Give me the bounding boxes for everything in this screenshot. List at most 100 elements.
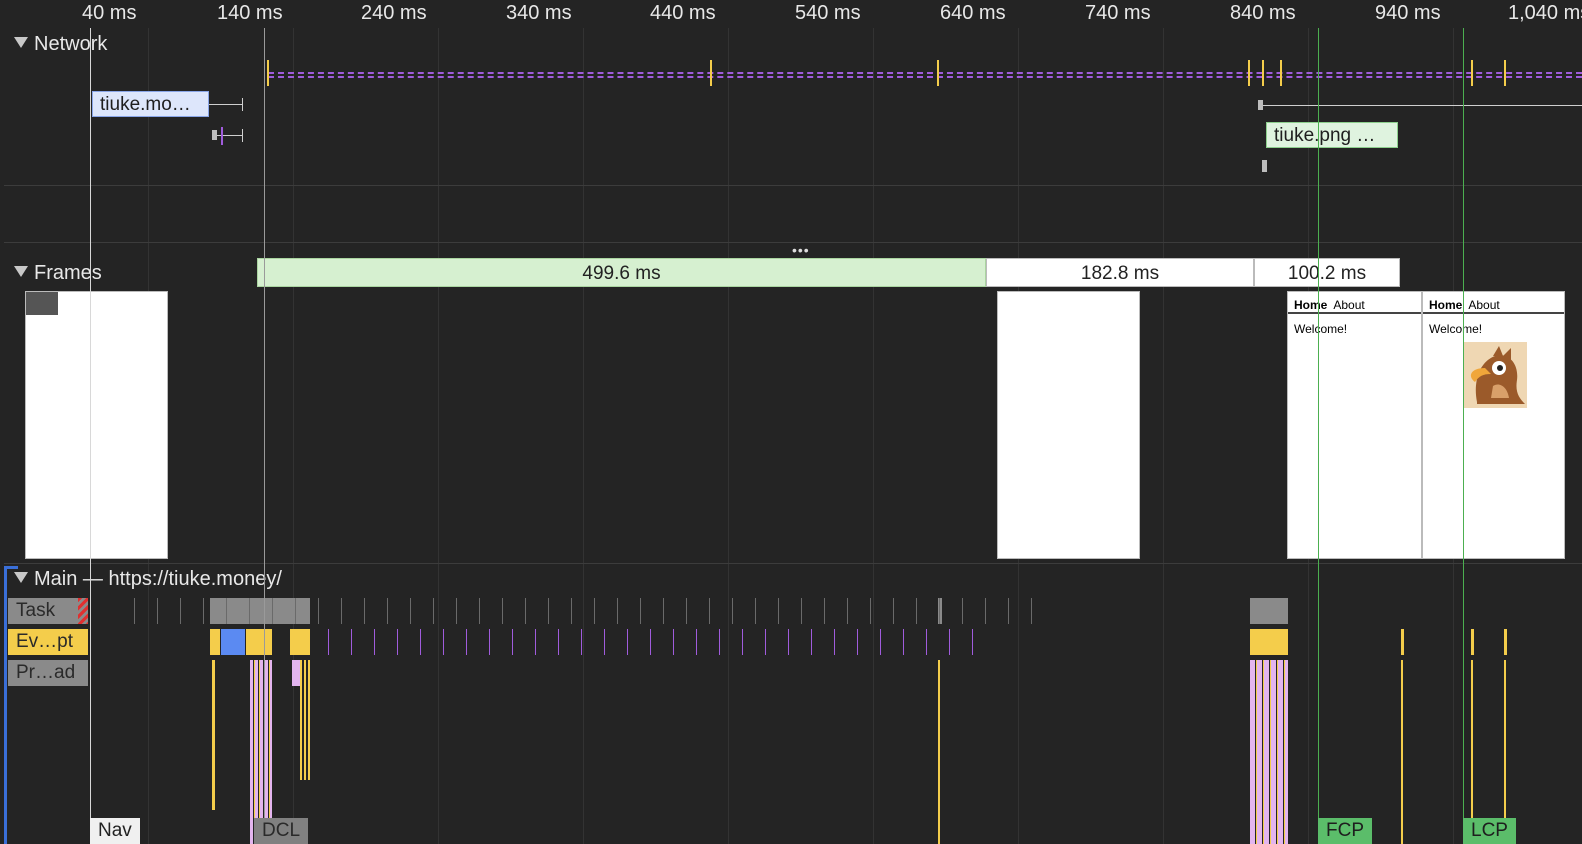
flame-stack[interactable]: [1471, 660, 1473, 844]
network-request-image[interactable]: tiuke.png …: [1266, 122, 1398, 148]
fcp-marker[interactable]: FCP: [1318, 818, 1372, 844]
frame-screenshot[interactable]: Home About Welcome!: [1287, 291, 1422, 559]
marker-label: FCP: [1326, 820, 1364, 841]
frame-duration-bar[interactable]: 499.6 ms: [257, 258, 986, 287]
request-line-dashed: [268, 76, 1582, 78]
timing-tick: [937, 60, 939, 86]
grid-line: [583, 28, 584, 844]
lcp-marker[interactable]: LCP: [1463, 818, 1516, 844]
network-track-header[interactable]: Network: [14, 33, 107, 56]
timing-tick: [267, 60, 269, 86]
grid-line: [873, 28, 874, 844]
flame-evaluate-script[interactable]: Ev…pt: [8, 629, 88, 655]
marker-label: LCP: [1471, 820, 1508, 841]
frame-duration-label: 182.8 ms: [1080, 263, 1160, 284]
task-ticks: [134, 598, 1034, 624]
frames-track-header[interactable]: Frames: [14, 262, 102, 285]
timing-tick: [1471, 60, 1473, 86]
timing-tick: [710, 60, 712, 86]
navigation-line: [90, 28, 91, 818]
flame-script-block[interactable]: [210, 629, 220, 655]
flame-task-block[interactable]: [1250, 598, 1288, 624]
long-task-warning[interactable]: [78, 598, 88, 624]
main-track-header[interactable]: Main — https://tiuke.money/: [14, 568, 282, 591]
frame-screenshot-blank[interactable]: [25, 291, 168, 559]
flame-stack[interactable]: [938, 660, 940, 844]
network-title: Network: [34, 33, 108, 55]
thumb-nav-about: About: [1333, 298, 1365, 312]
dcl-line: [264, 28, 265, 818]
ruler-tick: 440 ms: [650, 2, 716, 24]
ruler-tick: 240 ms: [361, 2, 427, 24]
thumb-welcome: Welcome!: [1294, 322, 1348, 336]
flame-task[interactable]: Task: [8, 598, 88, 624]
request-label: tiuke.png …: [1274, 125, 1376, 146]
frame-duration-label: 100.2 ms: [1287, 263, 1367, 284]
frame-duration-bar[interactable]: 100.2 ms: [1254, 258, 1400, 287]
event-ticks: [328, 629, 988, 655]
ruler-tick: 340 ms: [506, 2, 572, 24]
ruler-tick: 140 ms: [217, 2, 283, 24]
flame-script-block[interactable]: [1250, 629, 1288, 655]
collapse-triangle-icon: [14, 266, 28, 277]
ruler-tick: 940 ms: [1375, 2, 1441, 24]
flame-stack[interactable]: [212, 660, 215, 810]
thumb-nav-home: Home: [1429, 298, 1463, 312]
marker-label: Nav: [98, 820, 132, 841]
request-line-dashed[interactable]: [268, 72, 1582, 74]
ruler-tick: 1,040 ms: [1508, 2, 1582, 24]
thumb-nav-about: About: [1468, 298, 1500, 312]
request-whisker: [1263, 105, 1582, 106]
request-whisker: [209, 104, 243, 105]
network-divider: [4, 185, 1582, 186]
main-track-selection-bar: [4, 566, 7, 844]
network-request-small[interactable]: [1262, 160, 1267, 172]
flame-stack[interactable]: [1401, 660, 1403, 844]
resize-handle-icon[interactable]: •••: [792, 243, 810, 257]
flame-task-label: Task: [16, 600, 56, 621]
timing-tick: [221, 127, 223, 145]
flame-paint-block[interactable]: [221, 629, 245, 655]
frame-duration-bar[interactable]: 182.8 ms: [986, 258, 1254, 287]
flame-script-block[interactable]: [290, 629, 310, 655]
request-whisker-end: [242, 129, 243, 142]
section-divider: [4, 563, 1582, 564]
grid-line: [728, 28, 729, 844]
loading-placeholder: [26, 292, 58, 315]
frames-title: Frames: [34, 262, 102, 284]
frame-screenshot-blank[interactable]: [997, 291, 1140, 559]
flame-stack[interactable]: [1504, 660, 1506, 844]
ruler-tick: 40 ms: [82, 2, 137, 24]
flame-parse-html[interactable]: Pr…ad: [8, 660, 88, 686]
flame-stack[interactable]: [300, 660, 310, 780]
flame-script-block[interactable]: [1401, 629, 1404, 655]
ruler-tick: 740 ms: [1085, 2, 1151, 24]
ruler-tick: 540 ms: [795, 2, 861, 24]
request-label: tiuke.mo…: [100, 94, 191, 115]
flame-stack[interactable]: [1250, 660, 1288, 844]
navigation-marker[interactable]: Nav: [90, 818, 140, 844]
flame-script-block[interactable]: [246, 629, 272, 655]
request-whisker-end: [242, 98, 243, 111]
flame-script-block[interactable]: [1471, 629, 1474, 655]
flame-stack[interactable]: [250, 660, 272, 844]
dcl-marker[interactable]: DCL: [254, 818, 309, 844]
fcp-line: [1318, 28, 1319, 818]
collapse-triangle-icon: [14, 37, 28, 48]
collapse-triangle-icon: [14, 572, 28, 583]
marker-label: DCL: [262, 820, 301, 841]
timing-tick: [1504, 60, 1506, 86]
frame-screenshot-final[interactable]: Home About Welcome!: [1422, 291, 1565, 559]
time-ruler[interactable]: 40 ms 140 ms 240 ms 340 ms 440 ms 540 ms…: [0, 0, 1582, 28]
network-request-document[interactable]: tiuke.mo…: [92, 91, 209, 117]
frame-duration-label: 499.6 ms: [582, 263, 661, 284]
flame-parse-label: Pr…ad: [16, 662, 76, 683]
flame-script-block[interactable]: [1504, 629, 1507, 655]
thumb-welcome: Welcome!: [1429, 322, 1483, 336]
timing-tick: [1280, 60, 1282, 86]
eagle-mascot-icon: [1463, 342, 1527, 408]
flame-evaluate-label: Ev…pt: [16, 631, 74, 652]
thumb-nav-home: Home: [1294, 298, 1328, 312]
thumb-nav: Home About: [1288, 292, 1421, 314]
ruler-tick: 640 ms: [940, 2, 1006, 24]
